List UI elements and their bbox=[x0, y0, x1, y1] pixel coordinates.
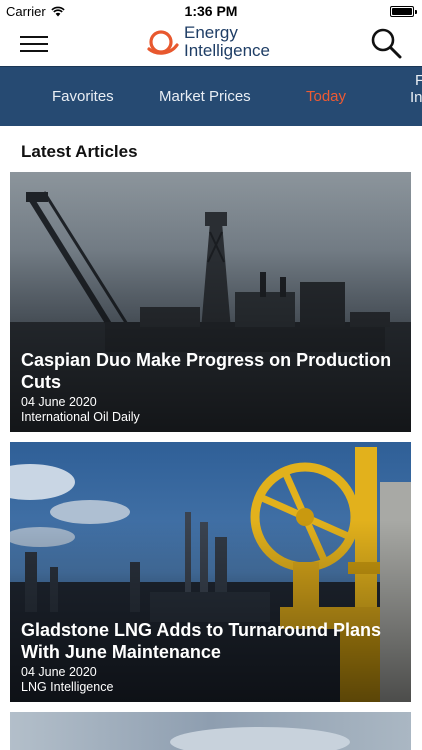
category-tab-bar: Favorites Market Prices Today F In bbox=[0, 66, 422, 126]
brand-name: Energy Intelligence bbox=[184, 24, 270, 60]
brand-line-1: Energy bbox=[184, 23, 238, 42]
tab-partial-line-2: In bbox=[410, 89, 422, 106]
brand-logo: Energy Intelligence bbox=[146, 24, 270, 60]
article-card[interactable]: Gladstone LNG Adds to Turnaround Plans W… bbox=[10, 442, 411, 702]
status-bar: Carrier 1:36 PM bbox=[0, 0, 422, 22]
battery-icon bbox=[390, 6, 417, 17]
tab-partial-line-1: F bbox=[410, 72, 422, 89]
article-date: 04 June 2020 bbox=[21, 395, 97, 409]
tab-today[interactable]: Today bbox=[306, 88, 346, 105]
article-image-partial bbox=[10, 712, 411, 750]
article-text: Caspian Duo Make Progress on Production … bbox=[21, 349, 401, 425]
article-title[interactable]: Caspian Duo Make Progress on Production … bbox=[21, 349, 401, 393]
latest-articles-heading: Latest Articles bbox=[21, 142, 138, 161]
article-source: International Oil Daily bbox=[21, 410, 140, 424]
hamburger-menu-icon[interactable] bbox=[20, 34, 48, 52]
tab-partial-next[interactable]: F In bbox=[410, 72, 422, 106]
tab-favorites[interactable]: Favorites bbox=[52, 88, 114, 105]
brand-line-2: Intelligence bbox=[184, 41, 271, 60]
article-date: 04 June 2020 bbox=[21, 665, 97, 679]
nav-bar: Energy Intelligence bbox=[0, 22, 422, 66]
article-text: Gladstone LNG Adds to Turnaround Plans W… bbox=[21, 619, 401, 695]
article-card[interactable]: Caspian Duo Make Progress on Production … bbox=[10, 172, 411, 432]
search-icon[interactable] bbox=[370, 27, 402, 59]
article-title[interactable]: Gladstone LNG Adds to Turnaround Plans W… bbox=[21, 619, 401, 663]
status-time: 1:36 PM bbox=[184, 3, 238, 19]
energy-intelligence-logo-icon bbox=[147, 30, 179, 55]
tab-market-prices[interactable]: Market Prices bbox=[159, 88, 251, 105]
article-source: LNG Intelligence bbox=[21, 680, 114, 694]
article-card-partial[interactable] bbox=[10, 712, 411, 750]
